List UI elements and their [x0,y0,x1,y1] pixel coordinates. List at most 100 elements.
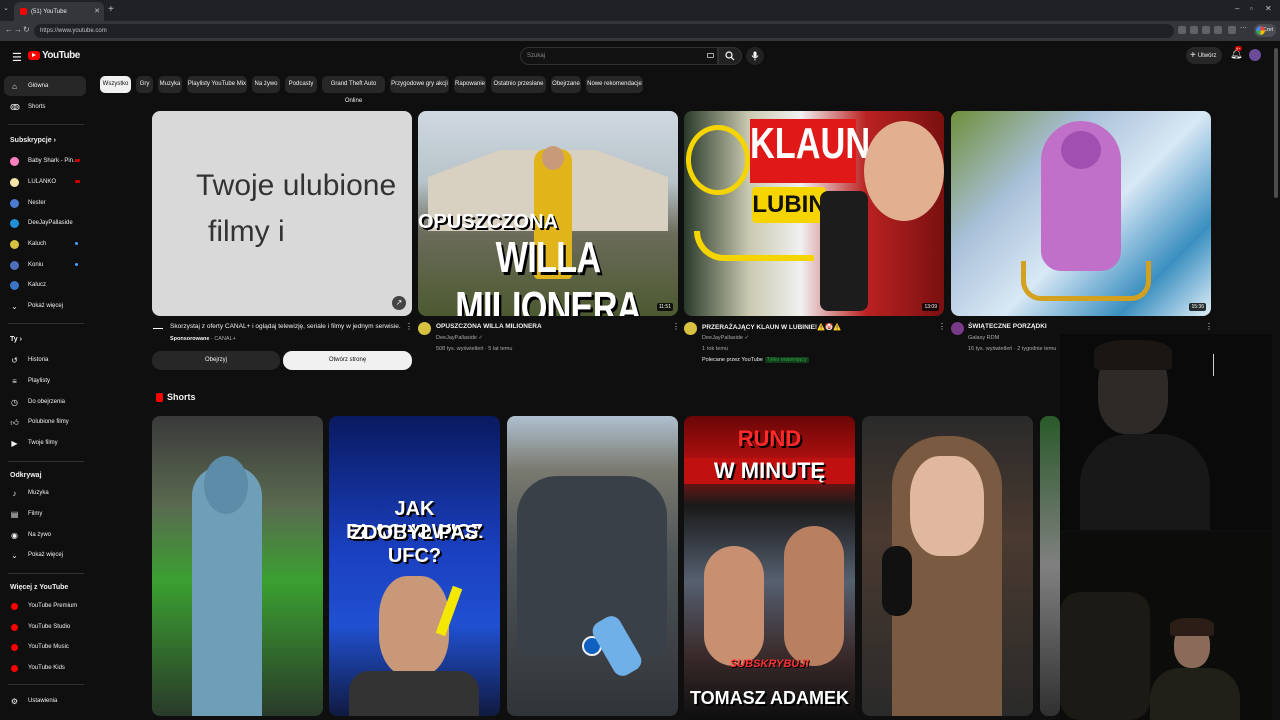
channel-name[interactable]: DeeJayPallaside ✓ [702,335,749,341]
channel-avatar[interactable] [684,322,697,335]
sidebar-subscription[interactable]: Koniu [0,255,86,275]
chip[interactable]: Na żywo [252,76,280,93]
new-tab-icon[interactable]: + [108,4,114,15]
video-title[interactable]: OPUSZCZONA WILLA MILIONERA [436,323,542,330]
channel-avatar[interactable] [418,322,431,335]
close-tab-icon[interactable]: ✕ [94,7,100,15]
ad-title[interactable]: Skorzystaj z oferty CANAL+ i oglądaj tel… [170,323,401,330]
hamburger-menu-icon[interactable]: ☰ [12,51,22,64]
video-title[interactable]: PRZERAŻAJĄCY KLAUN W LUBINIE!⚠️🤡⚠️ [702,323,841,331]
back-icon[interactable]: ← [5,25,13,34]
show-more-button[interactable]: ⌄ Pokaż więcej [0,545,86,565]
address-bar[interactable]: https://www.youtube.com [34,24,1174,38]
sidebar-item-live[interactable]: ◉ Na żywo [0,525,86,545]
extension-icon[interactable] [1214,26,1222,34]
more-options-icon[interactable]: ⋮ [1205,322,1213,331]
sidebar-item-youtube-studio[interactable]: YouTube Studio [0,617,86,637]
show-more-button[interactable]: ⌄ Pokaż więcej [0,296,86,316]
short-title-text: RUND [737,426,802,451]
voice-search-button[interactable] [746,47,764,65]
external-link-icon[interactable]: ↗ [392,296,406,310]
video-title[interactable]: ŚWIĄTECZNE PORZĄDKI [968,323,1047,330]
chip[interactable]: Obejrzane [551,76,581,93]
ad-thumbnail[interactable]: Twoje ulubione filmy i ↗ [152,111,412,316]
search-input[interactable]: Szukaj [520,47,718,65]
ad-thumbnail-text: Twoje ulubione [196,169,397,202]
sidebar-item-shorts[interactable]: ↂ Shorts [0,97,86,117]
tab-list-icon[interactable]: ⌄ [3,4,9,12]
webcam-overlay [1060,532,1280,720]
you-header[interactable]: Ty › [10,336,22,343]
chip[interactable]: Ostatnio przesłane [491,76,546,93]
sidebar-subscription[interactable]: Nester [0,193,86,213]
chip[interactable]: Rapowanie [454,76,486,93]
short-thumbnail[interactable] [507,416,678,716]
video-thumbnail[interactable]: KLAUN LUBIN 13:09 [684,111,944,316]
profile-button[interactable]: Czet [1254,24,1276,37]
minimize-icon[interactable]: – [1235,4,1239,13]
scrollbar-thumb[interactable] [1274,48,1278,198]
sidebar-subscription[interactable]: DeeJayPallaside [0,213,86,233]
sidebar-subscription[interactable]: LULANKO [0,172,86,192]
watch-button[interactable]: Obejrzyj [152,351,280,370]
more-options-icon[interactable]: ⋮ [405,322,413,331]
chip[interactable]: Gry [136,76,153,93]
sidebar-item-youtube-premium[interactable]: YouTube Premium [0,596,86,616]
sidebar-item-music[interactable]: ♪ Muzyka [0,483,86,503]
sidebar-item-history[interactable]: ↺ Historia [0,350,86,370]
maximize-icon[interactable]: ▫ [1250,4,1253,13]
reload-icon[interactable]: ↻ [23,25,30,34]
extension-icon[interactable] [1178,26,1186,34]
youtube-logo[interactable]: YouTube [28,50,80,61]
more-options-icon[interactable]: ⋮ [938,322,946,331]
chip[interactable]: Nowe rekomendacje [586,76,643,93]
channel-avatar[interactable] [951,322,964,335]
chip[interactable]: Przygodowe gry akcji [390,76,449,93]
live-icon: ◉ [11,531,18,540]
video-thumbnail[interactable]: OPUSZCZONA WILLA MILIONERA 11:51 [418,111,678,316]
channel-name[interactable]: Galaxy RDM [968,335,999,341]
divider [8,124,84,125]
sidebar-item-youtube-music[interactable]: YouTube Music [0,637,86,657]
extension-icon[interactable] [1190,26,1198,34]
chip[interactable]: Grand Theft Auto Online [322,76,385,104]
sidebar-subscription[interactable]: Kalucz [0,275,86,295]
chip[interactable]: Podcasty [285,76,317,93]
forward-icon[interactable]: → [14,25,22,34]
close-window-icon[interactable]: ✕ [1265,4,1272,13]
open-site-button[interactable]: Otwórz stronę [283,351,412,370]
sidebar-item-liked[interactable]: 👍︎ Polubione filmy [0,412,86,432]
sidebar-subscription[interactable]: Kaluch [0,234,86,254]
subscriptions-header[interactable]: Subskrypcje › [10,137,56,144]
short-thumbnail[interactable] [862,416,1033,716]
short-thumbnail[interactable]: JAK BŁACHOWICZ ZDOBYŁ PAS UFC? [329,416,500,716]
sidebar-item-watch-later[interactable]: ◷ Do obejrzenia [0,392,86,412]
short-thumbnail[interactable] [1040,416,1060,716]
short-thumbnail[interactable] [152,416,323,716]
chip[interactable]: Muzyka [158,76,182,93]
channel-name[interactable]: DeeJayPallaside ✓ [436,335,483,341]
short-thumbnail[interactable]: RUND W MINUTĘ SUBSKRYBUJ! TOMASZ ADAMEK [684,416,855,716]
chip-all[interactable]: Wszystko [100,76,131,93]
chip[interactable]: Playlisty YouTube Mix [187,76,247,93]
extension-icon[interactable] [1228,26,1236,34]
more-icon[interactable]: ⋯ [1240,24,1248,32]
streamer-body-shape [1080,434,1210,530]
browser-tab[interactable]: (51) YouTube ✕ [14,2,104,21]
sidebar-item-home[interactable]: ⌂ Główna [4,76,86,96]
create-button[interactable]: + Utwórz [1186,47,1222,64]
sidebar-item-youtube-kids[interactable]: YouTube Kids [0,658,86,678]
divider [1213,354,1214,376]
watch-later-icon: ◷ [11,398,18,407]
sidebar-item-playlists[interactable]: ≡ Playlisty [0,371,86,391]
sidebar-subscription[interactable]: Baby Shark - Pin... [0,151,86,171]
account-avatar[interactable] [1249,49,1261,61]
keyboard-icon[interactable] [707,53,714,58]
more-options-icon[interactable]: ⋮ [672,322,680,331]
sidebar-item-settings[interactable]: ⚙ Ustawienia [0,691,86,711]
search-button[interactable] [718,47,742,65]
extension-icon[interactable] [1202,26,1210,34]
sidebar-item-films[interactable]: ▤ Filmy [0,504,86,524]
video-thumbnail[interactable]: 15:36 [951,111,1211,316]
sidebar-item-your-videos[interactable]: ▶ Twoje filmy [0,433,86,453]
